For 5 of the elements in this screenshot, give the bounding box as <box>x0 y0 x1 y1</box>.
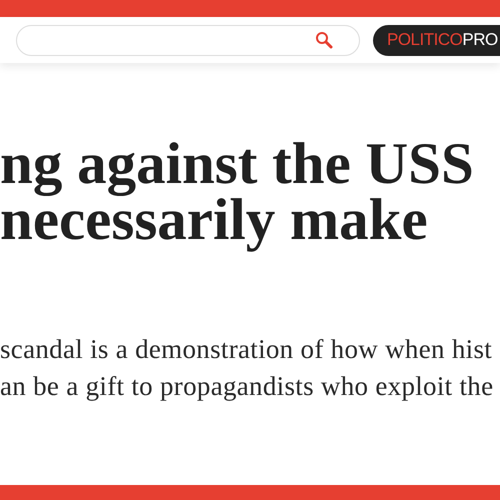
logo[interactable]: POLITICOPRO <box>373 24 500 56</box>
summary-text: scandal is a demonstration of how when hist <box>0 333 492 366</box>
summary-text: an be a gift to propagandists who exploit the <box>0 370 494 403</box>
search-field[interactable] <box>16 24 360 56</box>
search-icon[interactable] <box>315 31 333 49</box>
